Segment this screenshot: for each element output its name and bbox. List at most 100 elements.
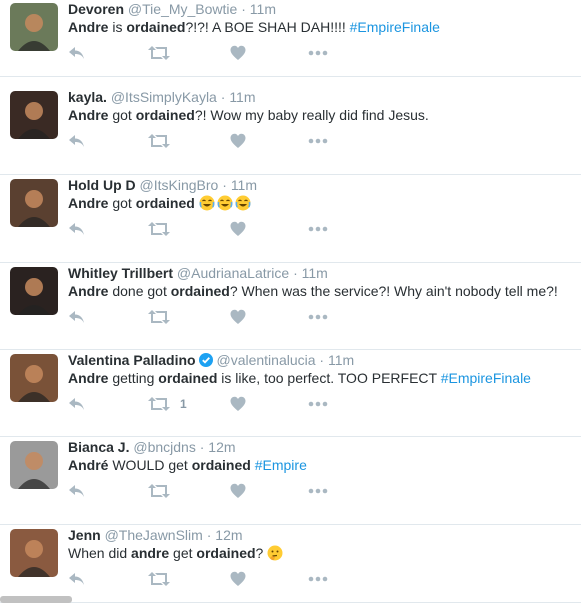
face-with-tears-of-joy-icon: [217, 195, 235, 211]
hashtag-link[interactable]: #EmpireFinale: [350, 19, 440, 35]
reply-icon[interactable]: [68, 309, 86, 325]
tweet[interactable]: Whitley Trillbert @AudrianaLatrice · 11m…: [0, 263, 581, 350]
like-icon[interactable]: [230, 221, 246, 237]
username[interactable]: @AudrianaLatrice: [177, 265, 289, 281]
timestamp[interactable]: 12m: [215, 527, 242, 543]
reply-icon[interactable]: [68, 133, 86, 149]
reply-icon[interactable]: [68, 483, 86, 499]
tweet-text-segment: ordained: [196, 545, 256, 561]
tweet-actions: [68, 221, 348, 237]
tweet[interactable]: Hold Up D @ItsKingBro · 11m Andre got or…: [0, 175, 581, 263]
retweet-icon[interactable]: [148, 221, 170, 237]
timestamp[interactable]: 11m: [229, 89, 255, 105]
tweet-text-segment: André: [68, 457, 109, 473]
retweet-icon[interactable]: [148, 45, 170, 61]
retweet-icon[interactable]: [148, 396, 170, 412]
hashtag-link[interactable]: #Empire: [255, 457, 307, 473]
like-icon[interactable]: [230, 571, 246, 587]
tweet-header: Jenn @TheJawnSlim · 12m: [68, 526, 243, 544]
like-icon[interactable]: [230, 396, 246, 412]
separator: ·: [293, 265, 298, 281]
display-name[interactable]: Whitley Trillbert: [68, 265, 173, 281]
tweet-text: André WOULD get ordained #Empire: [68, 456, 307, 474]
reply-icon[interactable]: [68, 571, 86, 587]
tweet-header: Whitley Trillbert @AudrianaLatrice · 11m: [68, 264, 328, 282]
tweet-header: Valentina Palladino @valentinalucia · 11…: [68, 351, 354, 369]
reply-icon[interactable]: [68, 396, 86, 412]
tweet-text-segment: getting: [108, 370, 159, 386]
tweet[interactable]: Devoren @Tie_My_Bowtie · 11m Andre is or…: [0, 0, 581, 77]
username[interactable]: @Tie_My_Bowtie: [128, 1, 237, 17]
tweet[interactable]: Jenn @TheJawnSlim · 12m When did andre g…: [0, 525, 581, 603]
timestamp[interactable]: 11m: [231, 177, 257, 193]
username[interactable]: @ItsSimplyKayla: [111, 89, 217, 105]
avatar[interactable]: [10, 179, 58, 227]
tweet[interactable]: Valentina Palladino @valentinalucia · 11…: [0, 350, 581, 437]
avatar[interactable]: [10, 267, 58, 315]
verified-badge-icon: [196, 352, 213, 368]
avatar[interactable]: [10, 354, 58, 402]
display-name[interactable]: kayla.: [68, 89, 107, 105]
avatar[interactable]: [10, 529, 58, 577]
timestamp[interactable]: 12m: [208, 439, 235, 455]
timestamp[interactable]: 11m: [302, 265, 328, 281]
tweet-text-segment: ?! Wow my baby really did find Jesus.: [194, 107, 429, 123]
tweet-text-segment: got: [108, 107, 136, 123]
thinking-face-icon: [267, 545, 285, 561]
username[interactable]: @bncjdns: [133, 439, 195, 455]
tweet-text-segment: ? When was the service?! Why ain't nobod…: [229, 283, 558, 299]
tweet-actions: [68, 45, 348, 61]
retweet-icon[interactable]: [148, 133, 170, 149]
like-icon[interactable]: [230, 45, 246, 61]
horizontal-scrollbar[interactable]: [0, 596, 72, 603]
more-options-icon[interactable]: [308, 571, 328, 587]
tweet-text-segment: When did: [68, 545, 132, 561]
more-options-icon[interactable]: [308, 45, 328, 61]
more-options-icon[interactable]: [308, 483, 328, 499]
hashtag-link[interactable]: #EmpireFinale: [441, 370, 531, 386]
retweet-icon[interactable]: [148, 309, 170, 325]
tweet-text-segment: Andre: [68, 370, 109, 386]
tweet-text: Andre getting ordained is like, too perf…: [68, 369, 531, 387]
more-options-icon[interactable]: [308, 221, 328, 237]
retweet-icon[interactable]: [148, 571, 170, 587]
tweet-header: Devoren @Tie_My_Bowtie · 11m: [68, 0, 276, 18]
tweet-actions: [68, 483, 348, 499]
reply-icon[interactable]: [68, 221, 86, 237]
tweet-header: Hold Up D @ItsKingBro · 11m: [68, 176, 257, 194]
tweet[interactable]: kayla. @ItsSimplyKayla · 11m Andre got o…: [0, 87, 581, 175]
more-options-icon[interactable]: [308, 396, 328, 412]
tweet-text-segment: is like, too perfect. TOO PERFECT: [217, 370, 441, 386]
tweet-text-segment: ?!?! A BOE SHAH DAH!!!!: [185, 19, 350, 35]
avatar[interactable]: [10, 91, 58, 139]
tweet[interactable]: Bianca J. @bncjdns · 12m André WOULD get…: [0, 437, 581, 525]
retweet-icon[interactable]: [148, 483, 170, 499]
timestamp[interactable]: 11m: [328, 352, 354, 368]
like-icon[interactable]: [230, 133, 246, 149]
like-icon[interactable]: [230, 309, 246, 325]
more-options-icon[interactable]: [308, 309, 328, 325]
display-name[interactable]: Hold Up D: [68, 177, 136, 193]
username[interactable]: @valentinalucia: [216, 352, 315, 368]
display-name[interactable]: Jenn: [68, 527, 101, 543]
display-name[interactable]: Valentina Palladino: [68, 352, 196, 368]
username[interactable]: @TheJawnSlim: [105, 527, 203, 543]
tweet-text: Andre done got ordained? When was the se…: [68, 282, 558, 300]
display-name[interactable]: Devoren: [68, 1, 124, 17]
like-icon[interactable]: [230, 483, 246, 499]
tweet-text-segment: WOULD get: [108, 457, 192, 473]
tweet-text-segment: andre: [131, 545, 170, 561]
tweet-text-segment: ordained: [135, 195, 195, 211]
tweet-actions: [68, 309, 348, 325]
display-name[interactable]: Bianca J.: [68, 439, 129, 455]
timestamp[interactable]: 11m: [250, 1, 276, 17]
avatar[interactable]: [10, 3, 58, 51]
tweet-text: When did andre get ordained?: [68, 544, 285, 562]
username[interactable]: @ItsKingBro: [140, 177, 219, 193]
avatar[interactable]: [10, 441, 58, 489]
more-options-icon[interactable]: [308, 133, 328, 149]
tweet-text-segment: is: [108, 19, 127, 35]
tweet-text-segment: Andre: [68, 195, 109, 211]
reply-icon[interactable]: [68, 45, 86, 61]
tweet-actions: [68, 571, 348, 587]
